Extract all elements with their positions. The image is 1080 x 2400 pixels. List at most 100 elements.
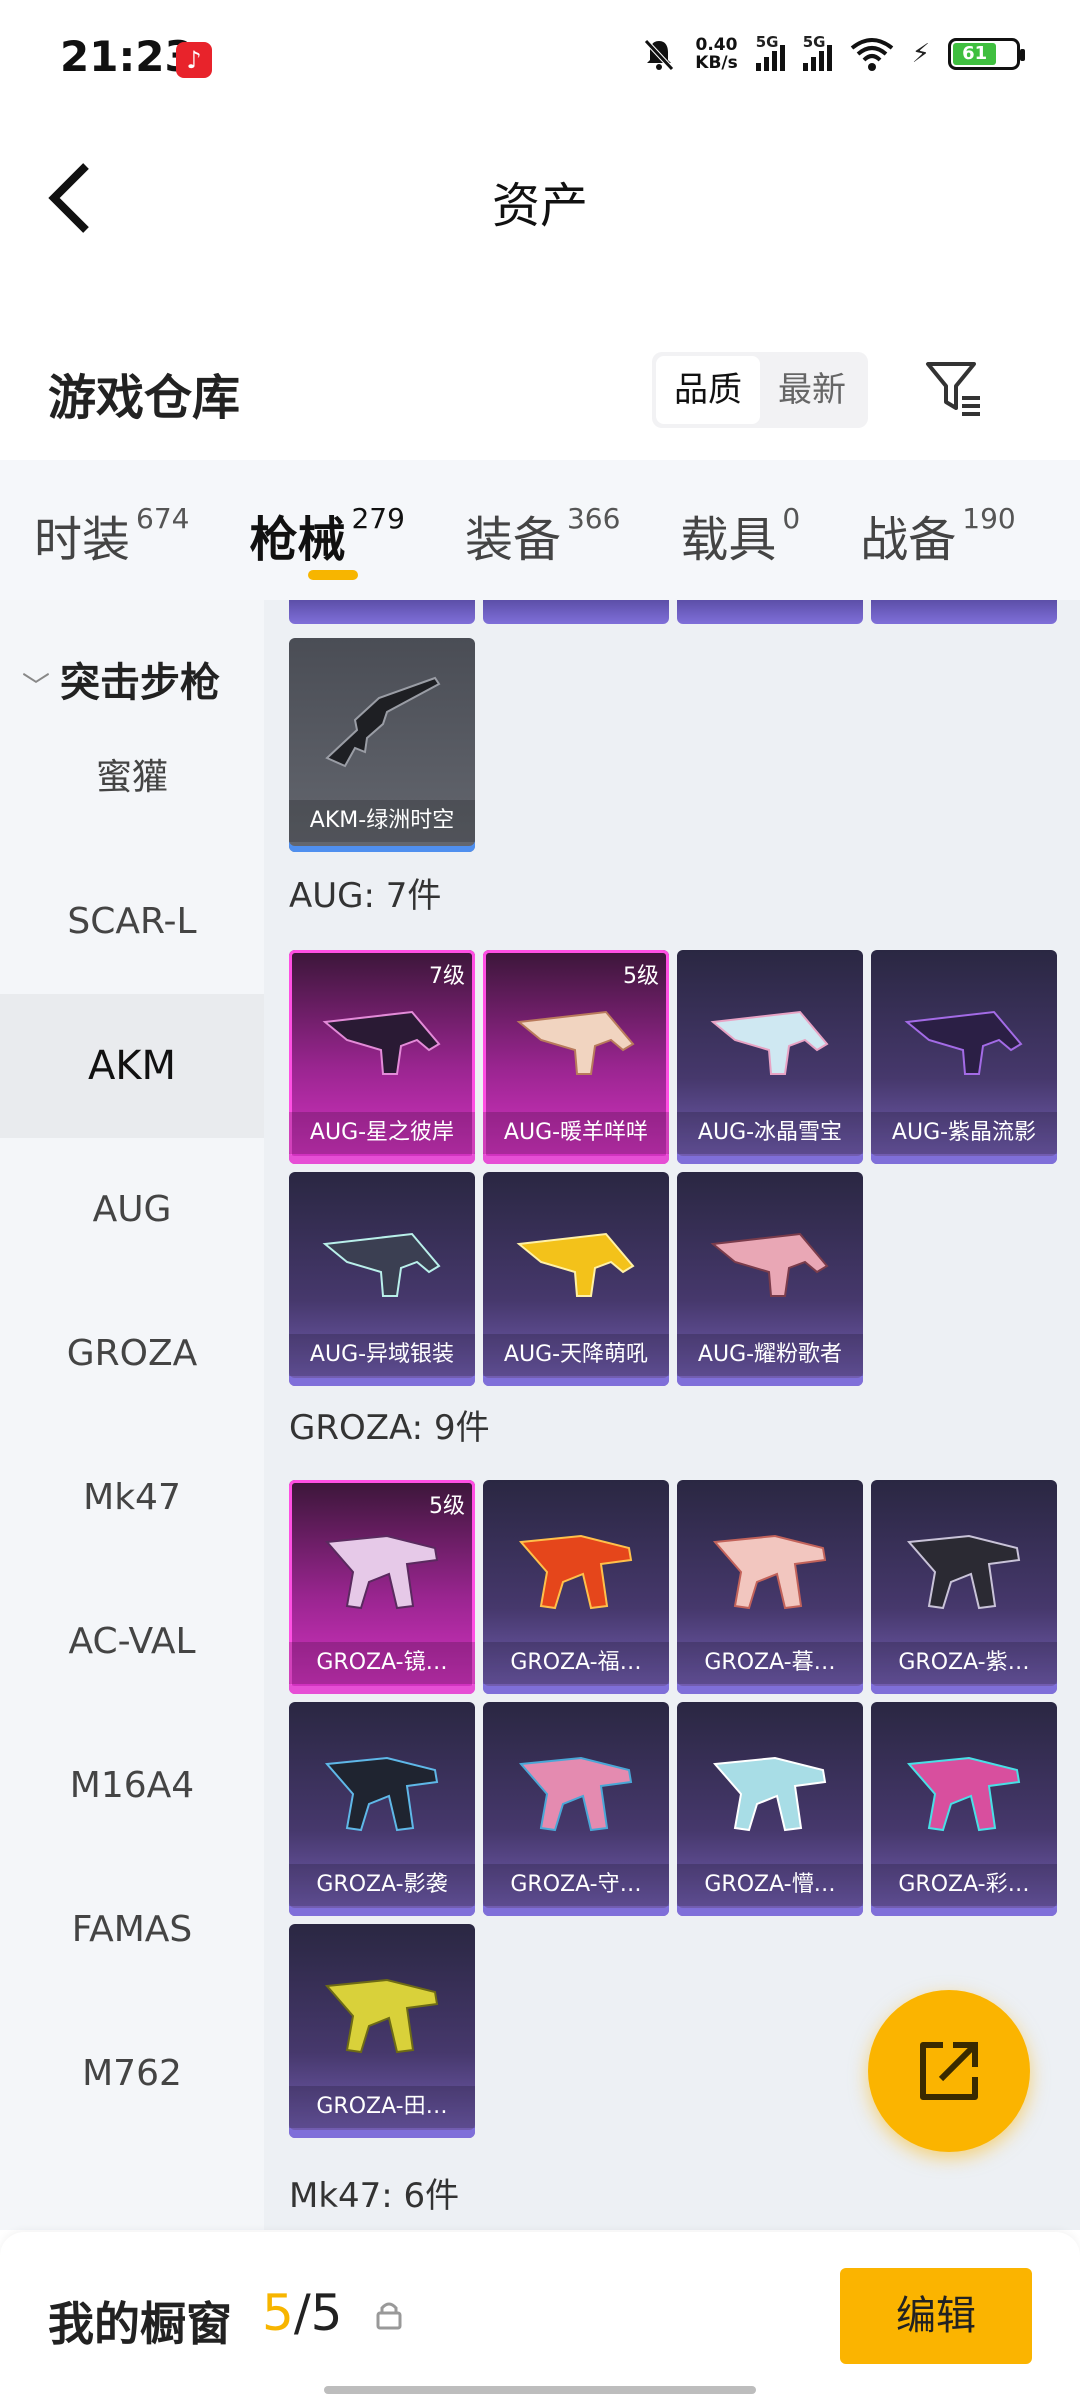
tab-label: 战备	[860, 512, 957, 568]
sidebar-item[interactable]: AC-VAL	[0, 1570, 264, 1714]
skin-grid: AKM-绿洲时空 AUG: 7件 7级 AUG-星之彼岸 5级 AUG-暖羊咩咩…	[264, 600, 1080, 2230]
tab-label: 载具	[680, 512, 777, 568]
skin-card[interactable]: AUG-冰晶雪宝	[677, 950, 863, 1164]
skin-name: GROZA-暮…	[677, 1642, 863, 1684]
rifle-icon	[322, 1010, 441, 1075]
skin-card[interactable]: AUG-异域银装	[289, 1172, 475, 1386]
share-external-icon	[920, 2042, 978, 2100]
showcase-count-separator: /	[293, 2284, 311, 2342]
skin-card[interactable]: GROZA-懵…	[677, 1702, 863, 1916]
skin-card[interactable]: GROZA-暮…	[677, 1480, 863, 1694]
page-title: 资产	[491, 178, 588, 234]
rifle-icon	[906, 1534, 1021, 1610]
tab-count: 279	[351, 502, 405, 535]
sidebar-item[interactable]: FAMAS	[0, 1858, 264, 2002]
skin-card[interactable]: AKM-绿洲时空	[289, 638, 475, 852]
warehouse-header: 游戏仓库 品质 最新	[0, 330, 1080, 450]
tab-gear[interactable]: 战备 190	[860, 460, 1015, 600]
category-group-header[interactable]: ﹀ 突击步枪	[22, 650, 220, 708]
skin-name: GROZA-彩…	[871, 1864, 1057, 1906]
sidebar-item[interactable]: SCAR-L	[0, 850, 264, 994]
sort-option-latest[interactable]: 最新	[760, 356, 864, 424]
tab-count: 190	[962, 502, 1016, 535]
skin-card[interactable]: 7级 AUG-星之彼岸	[289, 950, 475, 1164]
sidebar-item[interactable]: AUG	[0, 1138, 264, 1282]
scrolled-card-edge	[871, 600, 1057, 624]
tab-label: 枪械	[249, 512, 346, 568]
skin-card[interactable]: GROZA-紫…	[871, 1480, 1057, 1694]
skin-name: GROZA-田…	[289, 2086, 475, 2128]
tab-count: 366	[566, 502, 621, 535]
tab-vehicles[interactable]: 载具 0	[680, 460, 800, 600]
battery-icon: 61	[948, 38, 1025, 70]
warehouse-title: 游戏仓库	[48, 370, 241, 426]
rifle-icon	[516, 1010, 635, 1075]
mute-bell-icon	[644, 39, 675, 71]
chevron-down-icon: ﹀	[22, 670, 51, 703]
sort-toggle: 品质 最新	[652, 352, 868, 428]
skin-card[interactable]: GROZA-守…	[483, 1702, 669, 1916]
sim1-label: 5G	[755, 33, 779, 51]
wifi-icon	[850, 38, 893, 71]
skin-name: GROZA-紫…	[871, 1642, 1057, 1684]
rifle-icon	[322, 1232, 441, 1297]
skin-card[interactable]: GROZA-福…	[483, 1480, 669, 1694]
showcase-count-current: 5	[262, 2284, 294, 2342]
sidebar-item[interactable]: GROZA	[0, 1282, 264, 1426]
skin-card[interactable]: GROZA-彩…	[871, 1702, 1057, 1916]
rifle-icon	[712, 1534, 827, 1610]
rifle-icon	[712, 1756, 827, 1832]
skin-card[interactable]: 5级 GROZA-镜…	[289, 1480, 475, 1694]
tab-equipment[interactable]: 装备 366	[465, 460, 620, 600]
skin-name: GROZA-镜…	[289, 1642, 475, 1684]
sort-option-quality[interactable]: 品质	[656, 356, 760, 424]
sidebar-item[interactable]: 蜜獾	[0, 706, 264, 850]
skin-card[interactable]: GROZA-影袭	[289, 1702, 475, 1916]
skin-card[interactable]: AUG-紫晶流影	[871, 950, 1057, 1164]
section-title: Mk47: 6件	[289, 2176, 460, 2216]
app-header: 资产	[0, 120, 1080, 270]
showcase-label: 我的橱窗	[48, 2297, 232, 2351]
skin-name: GROZA-福…	[483, 1642, 669, 1684]
battery-level: 61	[953, 43, 997, 65]
skin-name: AUG-暖羊咩咩	[483, 1112, 669, 1154]
skin-card[interactable]: 5级 AUG-暖羊咩咩	[483, 950, 669, 1164]
edit-button[interactable]: 编辑	[840, 2268, 1032, 2364]
skin-name: AKM-绿洲时空	[289, 800, 475, 842]
showcase-bar: 我的橱窗 5/5 编辑	[0, 2232, 1080, 2400]
rifle-icon	[906, 1756, 1021, 1832]
tab-count: 674	[136, 502, 190, 535]
status-bar: 21:23 ♪ 0.40 KB/s 5G 5G ⚡ 61	[0, 0, 1080, 120]
rifle-icon	[325, 676, 441, 768]
showcase-count: 5/5	[262, 2284, 342, 2342]
rifle-icon	[324, 1534, 439, 1610]
filter-icon[interactable]	[924, 358, 984, 418]
sidebar-item[interactable]: M16A4	[0, 1714, 264, 1858]
skin-card[interactable]: AUG-耀粉歌者	[677, 1172, 863, 1386]
section-title: AUG: 7件	[289, 876, 442, 916]
showcase-count-total: 5	[310, 2284, 343, 2342]
home-indicator[interactable]	[324, 2386, 756, 2394]
skin-name: AUG-紫晶流影	[871, 1112, 1057, 1154]
rifle-icon	[518, 1756, 633, 1832]
sidebar-item[interactable]: Mk47	[0, 1426, 264, 1570]
rifle-icon	[516, 1232, 635, 1297]
rifle-icon	[518, 1534, 633, 1610]
share-fab[interactable]	[868, 1990, 1030, 2152]
net-speed-value: 0.40	[695, 35, 738, 55]
rifle-icon	[324, 1978, 439, 2054]
category-tabs: 时装 674 枪械 279 装备 366 载具 0 战备 190	[0, 460, 1080, 600]
netease-music-notification-icon: ♪	[176, 42, 212, 78]
sidebar-item-active[interactable]: AKM	[0, 994, 264, 1138]
tab-fashion[interactable]: 时装 674	[34, 460, 189, 600]
sidebar-item[interactable]: M762	[0, 2002, 264, 2146]
skin-card[interactable]: AUG-天降萌吼	[483, 1172, 669, 1386]
skin-name: AUG-天降萌吼	[483, 1334, 669, 1376]
skin-name: AUG-冰晶雪宝	[677, 1112, 863, 1154]
rifle-icon	[904, 1010, 1023, 1075]
rifle-icon	[710, 1232, 829, 1297]
skin-card[interactable]: GROZA-田…	[289, 1924, 475, 2138]
tab-label: 时装	[34, 512, 131, 568]
status-icons: 0.40 KB/s 5G 5G ⚡ 61	[641, 33, 1025, 72]
weapon-category-sidebar: ﹀ 突击步枪 蜜獾 SCAR-L AKM AUG GROZA Mk47 AC-VA…	[0, 600, 264, 2230]
